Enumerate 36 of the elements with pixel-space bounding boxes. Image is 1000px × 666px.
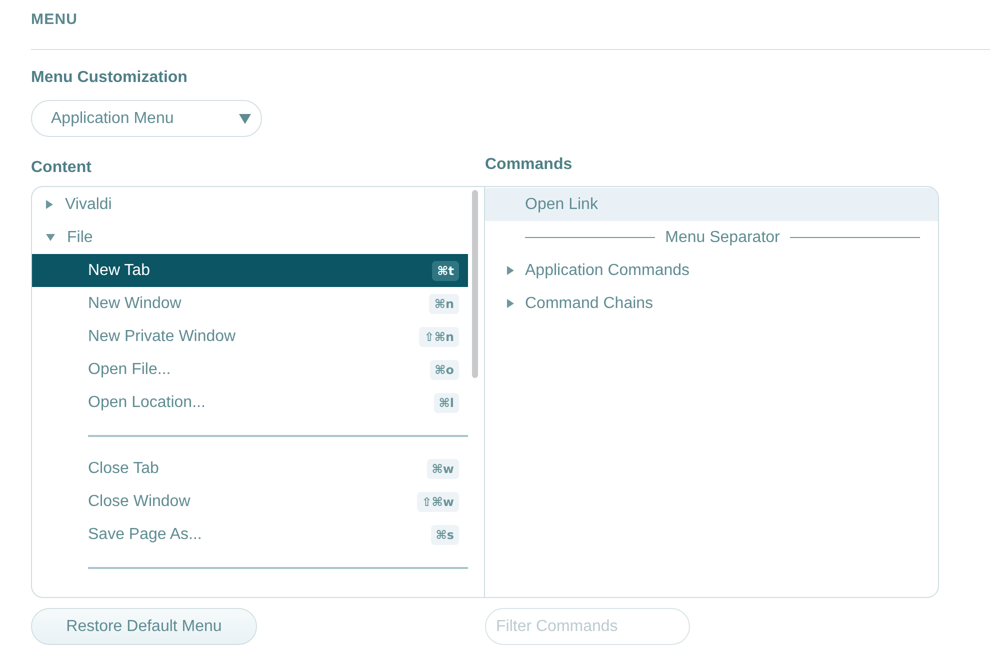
command-group[interactable]: Application Commands [485,254,938,287]
menu-item[interactable]: Open File... ⌘o [32,353,468,386]
menu-separator-item[interactable]: Menu Separator [485,221,938,254]
keyboard-shortcut: ⇧⌘w [416,492,459,512]
caret-right-icon[interactable] [507,266,514,275]
caret-down-icon[interactable] [46,234,55,241]
keyboard-shortcut: ⌘o [430,360,459,380]
command-group[interactable]: Command Chains [485,287,938,320]
menu-select[interactable]: Application Menu [31,100,262,137]
dropdown-caret-icon [239,114,251,124]
content-label: Content [31,159,92,176]
menu-item[interactable]: Save Page As... ⌘s [32,518,468,551]
menu-item[interactable]: Close Tab ⌘w [32,452,468,485]
separator-label: Menu Separator [665,228,780,248]
customization-label: Menu Customization [31,69,188,87]
filter-field[interactable]: Filter Commands [485,608,690,645]
menu-item[interactable]: New Tab ⌘t [32,254,468,287]
menu-item[interactable]: Close Window ⇧⌘w [32,485,468,518]
section-title: MENU [31,11,78,29]
keyboard-shortcut: ⌘t [432,260,459,280]
tree-item[interactable]: File [32,221,468,254]
keyboard-shortcut: ⌘l [434,392,459,412]
keyboard-shortcut: ⌘n [429,294,459,314]
commands-label: Commands [485,156,572,174]
restore-default-button[interactable]: Restore Default Menu [31,608,257,645]
keyboard-shortcut: ⌘s [430,524,459,544]
keyboard-shortcut: ⌘w [426,458,459,478]
menu-item[interactable]: New Private Window ⇧⌘n [32,320,468,353]
caret-right-icon[interactable] [46,200,53,209]
caret-right-icon[interactable] [507,299,514,308]
tree-item[interactable]: Vivaldi [32,188,468,221]
keyboard-shortcut: ⇧⌘n [419,326,459,346]
scrollbar-thumb[interactable] [472,190,478,378]
menu-item[interactable]: Open Location... ⌘l [32,386,468,419]
menu-item[interactable]: New Window ⌘n [32,287,468,320]
command-item[interactable]: Open Link [485,188,938,221]
